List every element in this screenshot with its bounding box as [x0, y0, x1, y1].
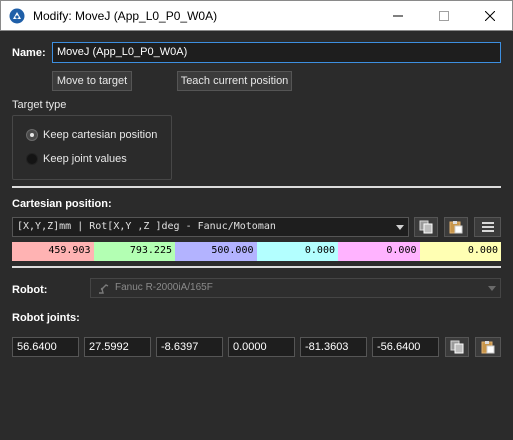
joint-5-field[interactable]: -81.3603: [300, 337, 367, 357]
target-type-label: Target type: [12, 99, 67, 111]
robot-select: Fanuc R-2000iA/165F: [90, 278, 501, 298]
chevron-down-icon: [488, 286, 496, 291]
separator: [12, 186, 501, 188]
name-input[interactable]: MoveJ (App_L0_P0_W0A): [52, 42, 501, 63]
keep-joint-values-radio[interactable]: [26, 153, 38, 165]
joint-2-field[interactable]: 27.5992: [84, 337, 151, 357]
cartesian-values-row: 459.903 793.225 500.000 0.000 0.000 0.00…: [12, 242, 501, 261]
separator: [12, 266, 501, 268]
cartesian-format-value: [X,Y,Z]mm | Rot[X,Y ,Z ]deg - Fanuc/Moto…: [17, 221, 276, 232]
chevron-down-icon: [396, 225, 404, 230]
keep-cartesian-label[interactable]: Keep cartesian position: [43, 129, 157, 141]
cartesian-ry-field[interactable]: 0.000: [338, 242, 420, 261]
cartesian-position-label: Cartesian position:: [12, 198, 112, 210]
copy-joints-button[interactable]: [445, 337, 469, 357]
cartesian-menu-button[interactable]: [474, 217, 501, 237]
keep-cartesian-radio[interactable]: [26, 129, 38, 141]
paste-cartesian-button[interactable]: [444, 217, 468, 237]
copy-cartesian-button[interactable]: [414, 217, 438, 237]
app-logo-icon: [9, 8, 25, 24]
maximize-icon: [439, 11, 449, 21]
title-bar: Modify: MoveJ (App_L0_P0_W0A): [0, 0, 513, 31]
minimize-button[interactable]: [375, 1, 421, 31]
copy-icon: [419, 220, 433, 234]
cartesian-z-field[interactable]: 500.000: [175, 242, 257, 261]
paste-icon: [449, 221, 463, 234]
keep-joint-values-label[interactable]: Keep joint values: [43, 153, 127, 165]
minimize-icon: [393, 15, 403, 17]
close-button[interactable]: [467, 1, 513, 31]
paste-joints-button[interactable]: [475, 337, 501, 357]
joint-6-field[interactable]: -56.6400: [372, 337, 439, 357]
maximize-button[interactable]: [421, 1, 467, 31]
menu-icon: [481, 222, 494, 232]
window-title: Modify: MoveJ (App_L0_P0_W0A): [33, 9, 218, 23]
joint-1-field[interactable]: 56.6400: [12, 337, 79, 357]
paste-icon: [481, 341, 495, 354]
move-to-target-button[interactable]: Move to target: [52, 71, 132, 91]
joint-3-field[interactable]: -8.6397: [156, 337, 223, 357]
robot-joints-label: Robot joints:: [12, 312, 80, 324]
joint-4-field[interactable]: 0.0000: [228, 337, 295, 357]
cartesian-format-select[interactable]: [X,Y,Z]mm | Rot[X,Y ,Z ]deg - Fanuc/Moto…: [12, 217, 409, 237]
target-type-group: Keep cartesian position Keep joint value…: [12, 115, 172, 180]
robot-select-value: Fanuc R-2000iA/165F: [115, 282, 213, 293]
cartesian-rx-field[interactable]: 0.000: [256, 242, 338, 261]
cartesian-rz-field[interactable]: 0.000: [419, 242, 501, 261]
cartesian-y-field[interactable]: 793.225: [93, 242, 175, 261]
teach-current-position-button[interactable]: Teach current position: [177, 71, 292, 91]
robot-label: Robot:: [12, 284, 48, 296]
cartesian-x-field[interactable]: 459.903: [12, 242, 94, 261]
close-icon: [485, 11, 495, 21]
robot-arm-icon: [97, 282, 109, 297]
name-label: Name:: [12, 47, 46, 59]
copy-icon: [450, 340, 464, 354]
